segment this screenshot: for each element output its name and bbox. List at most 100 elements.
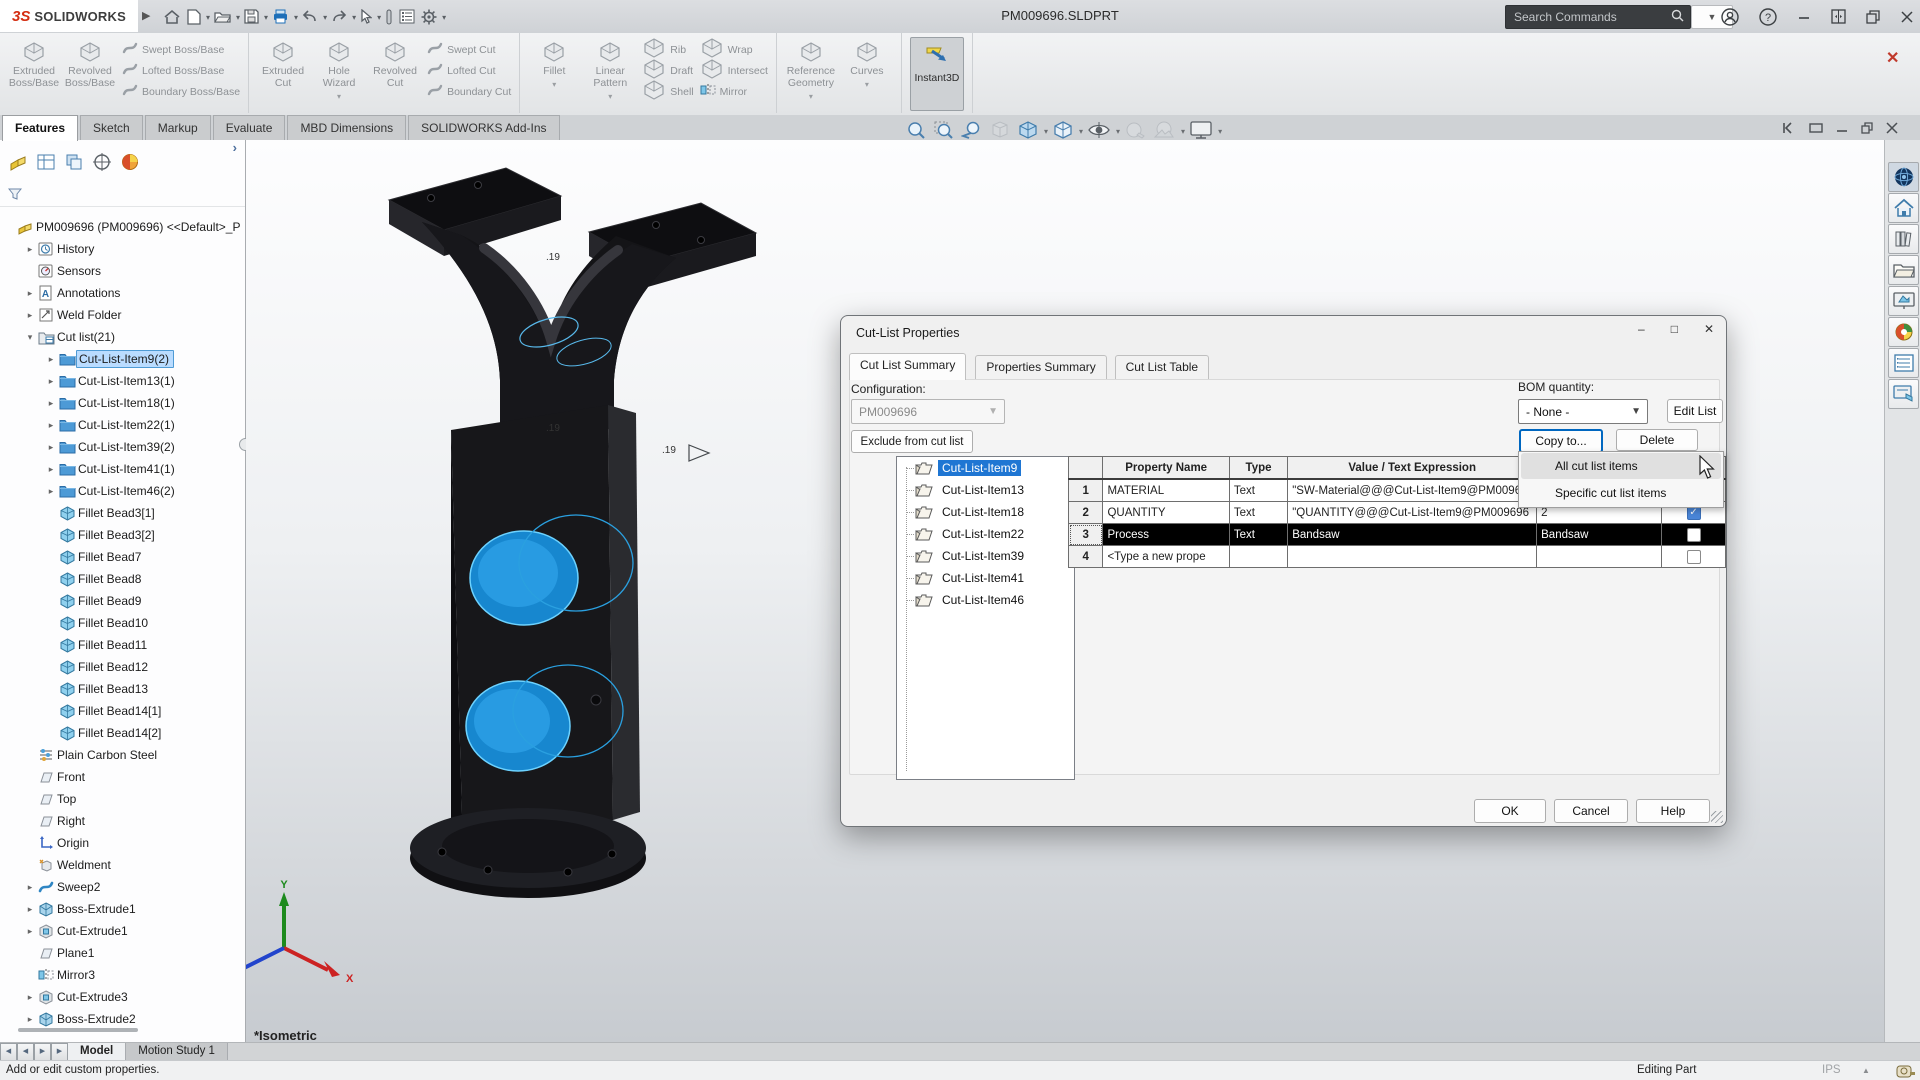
chevron-down-icon[interactable]: ▾ (323, 13, 327, 22)
tree-item-weld-folder[interactable]: ▸Weld Folder (0, 304, 245, 326)
cell-evaluated[interactable] (1537, 546, 1662, 568)
cut-list-tree-item[interactable]: Cut-List-Item41 (897, 567, 1074, 589)
row-checkbox[interactable] (1687, 550, 1701, 564)
instant3d-button[interactable]: Instant3D (910, 37, 964, 111)
row-number-cell[interactable]: 4 (1069, 546, 1103, 568)
table-row[interactable]: 4<Type a new prope (1069, 546, 1726, 568)
extruded-cut-button[interactable]: ExtrudedCut (257, 37, 309, 89)
dialog-cut-list-tree[interactable]: Cut-List-Item9Cut-List-Item13Cut-List-It… (896, 456, 1075, 780)
tree-item-top[interactable]: Top (0, 788, 245, 810)
sw-resources-home-icon[interactable] (1888, 193, 1919, 223)
options-gear-icon[interactable] (418, 4, 440, 30)
tab-features[interactable]: Features (2, 115, 78, 141)
custom-properties-icon[interactable] (1888, 348, 1919, 378)
dimxpert-icon[interactable] (92, 152, 112, 175)
tree-item-weldment[interactable]: Weldment (0, 854, 245, 876)
help-button[interactable]: Help (1636, 799, 1710, 823)
minimize-icon[interactable] (1794, 4, 1814, 30)
cut-list-tree-item[interactable]: Cut-List-Item39 (897, 545, 1074, 567)
hide-show-items-icon[interactable] (1085, 118, 1113, 142)
collapse-ribbon-icon[interactable] (1782, 122, 1796, 137)
chevron-down-icon[interactable]: ▾ (552, 80, 556, 89)
dialog-minimize-icon[interactable]: – (1638, 322, 1645, 336)
tape-measure-icon[interactable] (1896, 1064, 1916, 1078)
display-style-icon[interactable] (1050, 118, 1076, 142)
home-icon[interactable] (160, 4, 184, 30)
design-library-icon[interactable] (1888, 224, 1919, 254)
expand-arrow-icon[interactable]: ▸ (44, 442, 58, 453)
file-explorer-icon[interactable] (1888, 255, 1919, 285)
tree-item-pm009696-pm009696-default-p[interactable]: PM009696 (PM009696) <<Default>_P (0, 216, 245, 238)
cell-type[interactable]: Text (1229, 502, 1287, 524)
tree-item-cut-list-item46-2-[interactable]: ▸Cut-List-Item46(2) (0, 480, 245, 502)
open-icon[interactable] (211, 4, 234, 30)
cell-name[interactable]: QUANTITY (1103, 502, 1229, 524)
wrap-button[interactable]: Wrap (700, 39, 768, 60)
propertymanager-icon[interactable] (36, 152, 56, 175)
close-command-icon[interactable]: ✕ (1886, 48, 1899, 68)
dialog-tab-cut-list-summary[interactable]: Cut List Summary (849, 353, 966, 380)
bottom-tab-model[interactable]: Model (68, 1043, 126, 1060)
tree-item-right[interactable]: Right (0, 810, 245, 832)
chevron-down-icon[interactable]: ▾ (608, 92, 612, 101)
search-input[interactable]: Search Commands (1505, 5, 1691, 29)
menu-item-all-cut-list-items[interactable]: All cut list items (1521, 453, 1721, 479)
chevron-down-icon[interactable]: ▾ (809, 92, 813, 101)
mirror-button[interactable]: Mirror (700, 81, 768, 102)
tree-item-front[interactable]: Front (0, 766, 245, 788)
swept-boss-base-button[interactable]: Swept Boss/Base (122, 39, 240, 60)
chevron-down-icon[interactable]: ▾ (337, 92, 341, 101)
extruded-boss-base-button[interactable]: ExtrudedBoss/Base (8, 37, 60, 89)
cell-name[interactable]: Process (1103, 524, 1229, 546)
tree-item-cut-list-item9-2-[interactable]: ▸Cut-List-Item9(2) (0, 348, 245, 370)
exclude-from-cut-list-button[interactable]: Exclude from cut list (851, 430, 973, 453)
tree-item-mirror3[interactable]: Mirror3 (0, 964, 245, 986)
expand-arrow-icon[interactable]: ▸ (44, 464, 58, 475)
expand-arrow-icon[interactable]: ▸ (44, 420, 58, 431)
properties-list-icon[interactable] (396, 4, 418, 30)
cell-checkbox[interactable] (1662, 546, 1726, 568)
chevron-down-icon[interactable]: ▾ (1079, 127, 1083, 136)
close-icon[interactable] (1897, 4, 1917, 30)
revolved-boss-base-button[interactable]: RevolvedBoss/Base (64, 37, 116, 89)
view-settings-icon[interactable] (1187, 118, 1215, 142)
tab-markup[interactable]: Markup (145, 115, 211, 140)
expand-arrow-icon[interactable]: ▸ (23, 926, 37, 937)
select-icon[interactable] (357, 4, 375, 30)
tree-item-cut-list-item22-1-[interactable]: ▸Cut-List-Item22(1) (0, 414, 245, 436)
pin-icon[interactable] (382, 4, 396, 30)
units-label[interactable]: IPS (1822, 1064, 1841, 1076)
expand-arrow-icon[interactable]: ▸ (44, 486, 58, 497)
reference-geometry-button[interactable]: ReferenceGeometry▾ (785, 37, 837, 101)
revolved-cut-button[interactable]: RevolvedCut (369, 37, 421, 89)
user-account-icon[interactable] (1718, 4, 1742, 30)
cell-value[interactable]: "QUANTITY@@@Cut-List-Item9@PM009696 (1288, 502, 1537, 524)
chevron-down-icon[interactable]: ▾ (352, 13, 356, 22)
rib-button[interactable]: Rib (642, 39, 693, 60)
bottom-tab-motion-study-1[interactable]: Motion Study 1 (126, 1043, 228, 1060)
chevron-down-icon[interactable]: ▾ (377, 13, 381, 22)
tree-item-fillet-bead12[interactable]: Fillet Bead12 (0, 656, 245, 678)
print-icon[interactable] (269, 4, 292, 30)
tree-item-cut-list-item39-2-[interactable]: ▸Cut-List-Item39(2) (0, 436, 245, 458)
cut-list-tree-item[interactable]: Cut-List-Item22 (897, 523, 1074, 545)
expand-arrow-icon[interactable]: ▸ (44, 354, 58, 365)
expand-arrow-icon[interactable]: ▸ (44, 376, 58, 387)
chevron-down-icon[interactable]: ▾ (206, 13, 210, 22)
tab-evaluate[interactable]: Evaluate (213, 115, 286, 140)
shell-button[interactable]: Shell (642, 81, 693, 102)
tree-item-plain-carbon-steel[interactable]: Plain Carbon Steel (0, 744, 245, 766)
tree-item-fillet-bead13[interactable]: Fillet Bead13 (0, 678, 245, 700)
cut-list-tree-item[interactable]: Cut-List-Item13 (897, 479, 1074, 501)
chevron-down-icon[interactable]: ▾ (294, 13, 298, 22)
draft-button[interactable]: Draft (642, 60, 693, 81)
view-orientation-icon[interactable] (1015, 118, 1041, 142)
tree-item-cut-extrude3[interactable]: ▸Cut-Extrude3 (0, 986, 245, 1008)
zoom-fit-icon[interactable] (903, 118, 929, 142)
tab-solidworks-add-ins[interactable]: SOLIDWORKS Add-Ins (408, 115, 559, 140)
tree-item-fillet-bead9[interactable]: Fillet Bead9 (0, 590, 245, 612)
dialog-tab-cut-list-table[interactable]: Cut List Table (1115, 355, 1210, 379)
hole-wizard-button[interactable]: HoleWizard▾ (313, 37, 365, 101)
tree-item-origin[interactable]: Origin (0, 832, 245, 854)
view-palette-icon[interactable] (1888, 286, 1919, 316)
